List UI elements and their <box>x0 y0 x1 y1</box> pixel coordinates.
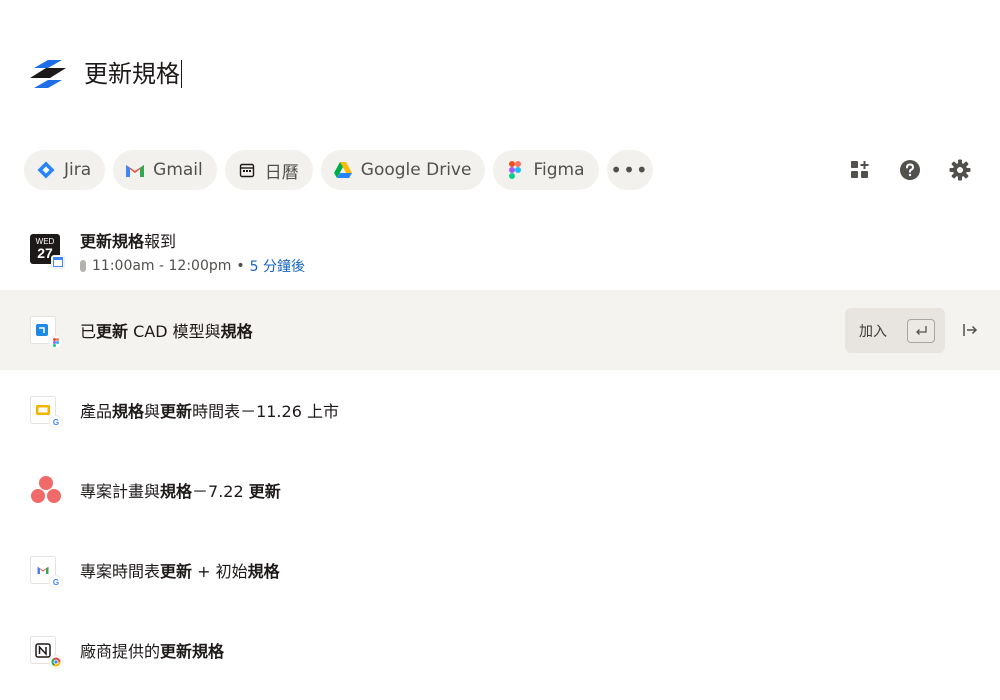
result-row-project-timeline[interactable]: G 專案時間表更新 + 初始規格 <box>0 530 1000 610</box>
filter-chip-figma[interactable]: Figma <box>493 150 599 190</box>
result-title: 產品規格與更新時間表－11.26 上市 <box>80 402 339 421</box>
more-filters-button[interactable]: ••• <box>606 150 653 190</box>
gmail-icon <box>125 160 145 180</box>
result-title: 廠商提供的更新規格 <box>80 642 225 661</box>
notion-file-icon <box>30 636 62 668</box>
join-button[interactable]: 加入 <box>845 308 945 353</box>
filter-chip-google-drive[interactable]: Google Drive <box>320 150 486 190</box>
help-icon <box>900 160 920 180</box>
google-badge-icon: G <box>50 576 62 588</box>
filter-chip-label: 日曆 <box>264 162 299 183</box>
calendar-icon <box>237 160 257 180</box>
help-button[interactable] <box>894 155 926 185</box>
filter-bar: Jira Gmail 日曆 Google Drive Figma ••• <box>24 150 653 190</box>
search-input[interactable]: 更新規格 <box>84 58 182 90</box>
dropbox-dash-logo-icon <box>30 60 66 88</box>
result-row-calendar-event[interactable]: WED 27 更新規格報到 11:00am - 12:00pm • 5 分鐘後 <box>0 210 1000 290</box>
result-row-product-spec[interactable]: G 產品規格與更新時間表－11.26 上市 <box>0 370 1000 450</box>
filter-chip-gmail[interactable]: Gmail <box>113 150 217 190</box>
filter-chip-jira[interactable]: Jira <box>24 150 106 190</box>
filter-chip-label: Gmail <box>153 160 203 180</box>
google-slides-file-icon: G <box>30 396 62 428</box>
figma-badge-icon <box>50 336 62 348</box>
calendar-date-icon: WED 27 <box>30 234 64 268</box>
figma-file-icon <box>30 316 62 348</box>
more-icon: ••• <box>610 158 649 182</box>
result-title: 更新規格報到 <box>80 232 177 251</box>
add-widget-button[interactable] <box>844 155 876 185</box>
filter-chip-label: Google Drive <box>360 160 472 180</box>
result-subtitle: 11:00am - 12:00pm • 5 分鐘後 <box>80 256 305 276</box>
search-bar[interactable]: 更新規格 <box>0 0 1000 150</box>
separator: • <box>236 258 245 274</box>
jira-icon <box>36 160 56 180</box>
toolbar <box>844 155 976 185</box>
google-drive-icon <box>333 160 353 180</box>
event-time: 11:00am - 12:00pm <box>92 258 232 274</box>
google-calendar-badge-icon <box>52 256 64 268</box>
gear-icon <box>949 159 971 181</box>
open-arrow-icon[interactable] <box>960 320 980 340</box>
filter-chip-label: Jira <box>64 160 92 180</box>
search-query-text: 更新規格 <box>84 60 180 88</box>
google-badge-icon: G <box>50 416 62 428</box>
result-title: 專案時間表更新 + 初始規格 <box>80 562 280 581</box>
asana-icon <box>31 476 61 503</box>
join-button-label: 加入 <box>859 323 887 340</box>
event-color-pill <box>80 260 86 272</box>
results-list: WED 27 更新規格報到 11:00am - 12:00pm • 5 分鐘後 … <box>0 210 1000 690</box>
filter-chip-calendar[interactable]: 日曆 <box>224 150 313 190</box>
figma-icon <box>505 160 525 180</box>
gmail-file-icon: G <box>30 556 62 588</box>
enter-key-icon <box>907 319 935 343</box>
filter-chip-label: Figma <box>533 160 585 180</box>
text-caret <box>181 60 182 88</box>
result-title: 專案計畫與規格－7.22 更新 <box>80 482 281 501</box>
result-row-cad-update[interactable]: 已更新 CAD 模型與規格 加入 <box>0 290 1000 370</box>
event-relative-time: 5 分鐘後 <box>249 259 306 275</box>
add-widget-icon <box>851 161 869 178</box>
result-title: 已更新 CAD 模型與規格 <box>80 322 253 341</box>
chrome-badge-icon <box>50 656 62 668</box>
result-row-project-plan[interactable]: 專案計畫與規格－7.22 更新 <box>0 450 1000 530</box>
result-row-vendor-spec[interactable]: 廠商提供的更新規格 <box>0 610 1000 690</box>
settings-button[interactable] <box>944 155 976 185</box>
